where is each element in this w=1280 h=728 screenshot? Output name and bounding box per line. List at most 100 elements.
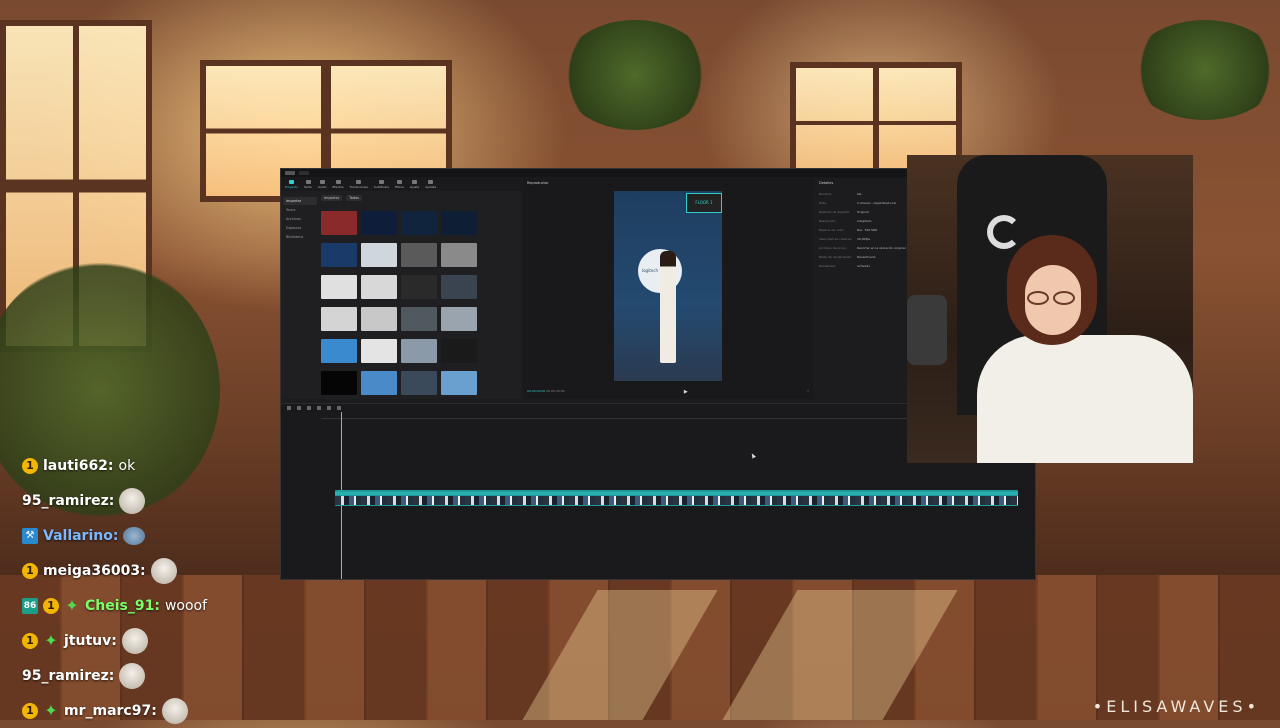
media-thumb[interactable] [441,307,477,331]
chat-username: meiga36003: [43,562,146,579]
channel-brand: •ELISAWAVES• [1092,697,1260,716]
tool-settings[interactable]: Ajustes [425,179,436,189]
media-thumb[interactable] [401,307,437,331]
chat-text: ok [118,457,136,474]
media-thumb[interactable] [401,275,437,299]
split-icon[interactable] [317,406,321,410]
player-controls: 00:00:00:00 00:05:20:00 ▶ ⛶ [523,389,813,395]
tool-effects[interactable]: Efectos [332,179,344,189]
glasses-icon [1027,291,1049,305]
adjust-icon [412,179,418,184]
media-thumb[interactable] [361,243,397,267]
media-thumb[interactable] [321,211,357,235]
player-title: Reproductor [527,181,549,185]
media-thumb[interactable] [361,211,397,235]
marker-icon[interactable] [337,406,341,410]
chat-message: 95_ramirez: [22,658,282,693]
delete-icon[interactable] [327,406,331,410]
media-thumb[interactable] [321,307,357,331]
chat-username: 95_ramirez: [22,492,115,509]
media-icon [289,179,295,184]
undo-icon[interactable] [297,406,301,410]
plant-right [1130,20,1280,120]
microphone-icon [907,295,947,365]
glasses-icon [1053,291,1075,305]
tool-filters[interactable]: Filtros [395,179,404,189]
media-side-item[interactable]: Archivos [283,215,317,223]
tool-subtitles[interactable]: Subtítulos [374,179,389,189]
star-badge-icon: ✦ [65,595,79,615]
media-side-item[interactable]: Importar [283,197,317,205]
moderator-badge-icon: ⚒ [22,527,38,544]
text-icon [305,179,311,184]
media-thumb[interactable] [401,371,437,395]
star-badge-icon: ✦ [44,630,58,650]
media-side-item[interactable]: Yours [283,206,317,214]
chat-username: lauti662: [43,457,114,474]
sub-badge-icon: 1 [22,702,38,719]
streamer-shirt [977,335,1193,463]
plant-top [560,20,710,130]
all-filter[interactable]: Todos [346,195,363,201]
media-thumb[interactable] [441,211,477,235]
media-thumb[interactable] [361,339,397,363]
media-thumb[interactable] [321,371,357,395]
rat-emote-icon [150,557,177,584]
media-thumb[interactable] [441,243,477,267]
media-side-item[interactable]: Espacios [283,224,317,232]
person-figure [660,251,676,363]
preview-frame[interactable]: FLOOR 1 logitech [614,191,722,381]
media-thumb[interactable] [441,339,477,363]
video-track-clip[interactable] [335,490,1018,506]
media-thumb[interactable] [401,339,437,363]
media-thumb[interactable] [401,211,437,235]
floor-sign: FLOOR 1 [686,193,722,213]
media-thumb[interactable] [441,371,477,395]
sub-badge-icon: 1 [22,562,38,579]
settings-icon [428,179,434,184]
media-sidebar: Importar Yours Archivos Espacios Bibliot… [283,197,317,242]
rat-emote-icon [121,627,148,654]
tool-adjust[interactable]: Ajuste [410,179,419,189]
menu-button[interactable] [299,171,309,175]
star-badge-icon: ✦ [44,700,58,720]
timecode: 00:00:00:00 00:05:20:00 [527,389,565,393]
media-thumb[interactable] [401,243,437,267]
media-thumb[interactable] [361,371,397,395]
tool-text[interactable]: Texto [304,179,312,189]
media-thumb[interactable] [321,339,357,363]
media-thumb[interactable] [321,243,357,267]
player-panel: Reproductor FLOOR 1 logitech 00:00:00:00… [523,179,813,399]
filters-icon [396,179,402,184]
media-thumb[interactable] [361,275,397,299]
media-thumb[interactable] [361,307,397,331]
bits-badge-icon: 86 [22,597,38,614]
chat-overlay: 1 lauti662: ok 95_ramirez: ⚒ Vallarino: … [22,448,282,728]
media-side-item[interactable]: Biblioteca [283,233,317,241]
chat-username: mr_marc97: [64,702,157,719]
sub-badge-icon: 1 [22,632,38,649]
rat-emote-icon [119,487,146,514]
chat-message: 1 lauti662: ok [22,448,282,483]
fish-emote-icon [123,526,146,545]
transitions-icon [356,179,362,184]
select-icon[interactable] [287,406,291,410]
chat-message: 95_ramirez: [22,483,282,518]
fullscreen-icon[interactable]: ⛶ [807,389,809,395]
tool-project[interactable]: Proyecto [285,179,298,189]
tool-audio[interactable]: Audio [318,179,326,189]
chat-message: 1 ✦ mr_marc97: [22,693,282,728]
import-button[interactable]: Importar [321,195,343,201]
media-thumb[interactable] [321,275,357,299]
chat-text: wooof [164,597,208,614]
redo-icon[interactable] [307,406,311,410]
sub-badge-icon: 1 [43,597,59,614]
play-icon[interactable]: ▶ [684,389,688,395]
streamer [977,235,1193,463]
rat-emote-icon [119,662,146,689]
media-thumb[interactable] [441,275,477,299]
chat-username: Cheis_91: [85,597,160,614]
tool-transitions[interactable]: Transiciones [350,179,368,189]
chat-username: jtutuv: [64,632,117,649]
effects-icon [335,179,341,184]
